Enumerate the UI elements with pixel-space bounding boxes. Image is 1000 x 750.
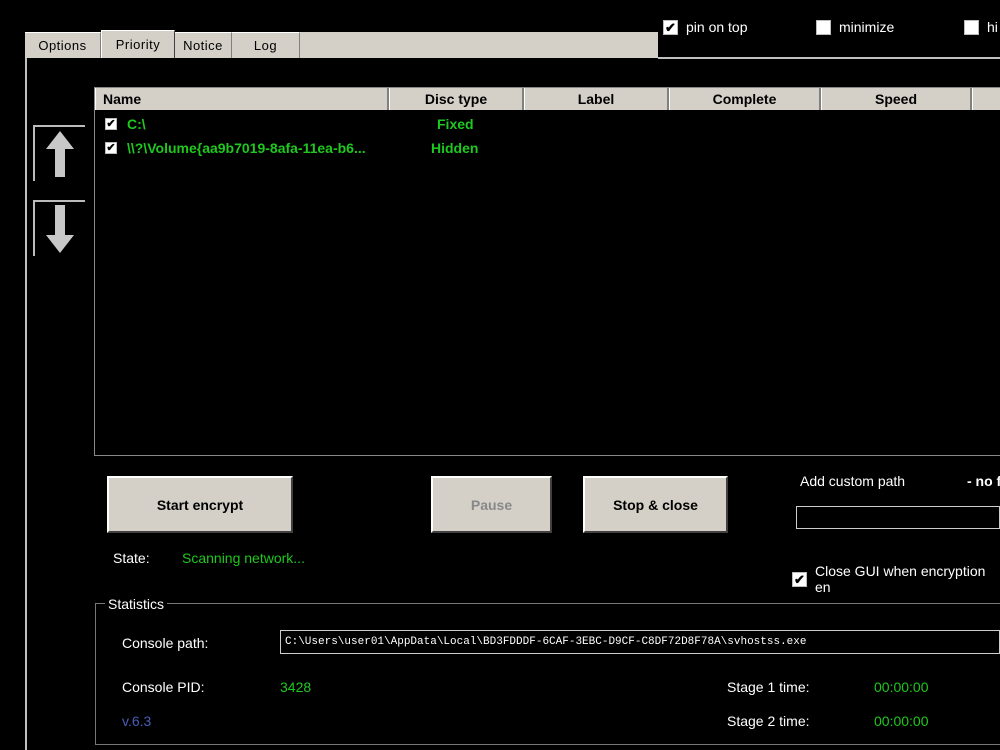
minimize-option[interactable]: minimize [816, 19, 894, 35]
row-checkbox[interactable]: ✔ [105, 118, 117, 130]
console-path-value: C:\Users\user01\AppData\Local\BD3FDDDF-6… [285, 636, 807, 648]
hide-label: hi [987, 19, 998, 35]
hide-checkbox[interactable] [964, 19, 979, 35]
column-disc-type[interactable]: Disc type [389, 88, 524, 110]
list-header: Name Disc type Label Complete Speed [95, 88, 1000, 110]
panel-border-left [25, 58, 27, 750]
custom-path-input[interactable] [796, 506, 1000, 529]
version-label: v.6.3 [122, 713, 152, 729]
tab-priority-label: Priority [115, 37, 161, 52]
stage2-label: Stage 2 time: [727, 713, 810, 729]
state-value: Scanning network... [182, 550, 305, 566]
arrow-down-icon [46, 205, 74, 253]
move-up-button[interactable] [33, 125, 85, 181]
stage1-label: Stage 1 time: [727, 679, 810, 695]
statistics-title: Statistics [105, 596, 168, 612]
pause-label: Pause [470, 496, 513, 513]
tab-notice[interactable]: Notice [175, 32, 232, 58]
custom-path-label: Add custom path [800, 473, 906, 489]
stop-close-button[interactable]: Stop & close [583, 476, 728, 533]
tab-options-label: Options [38, 38, 87, 53]
column-name[interactable]: Name [95, 88, 389, 110]
drive-disc-type: Hidden [431, 140, 479, 156]
drive-name: \\?\Volume{aa9b7019-8afa-11ea-b6... [127, 140, 366, 156]
close-gui-label: Close GUI when encryption en [815, 563, 986, 595]
console-path-field[interactable]: C:\Users\user01\AppData\Local\BD3FDDDF-6… [280, 630, 1000, 654]
statistics-group [95, 603, 1000, 745]
tab-options[interactable]: Options [25, 32, 101, 58]
move-down-button[interactable] [33, 200, 85, 256]
column-label[interactable]: Label [524, 88, 669, 110]
panel-border-top [658, 57, 1000, 59]
close-gui-option[interactable]: ✔ Close GUI when encryption en [792, 563, 1000, 595]
drive-name: C:\ [127, 116, 146, 132]
hide-option[interactable]: hi [964, 19, 998, 35]
console-path-label: Console path: [122, 635, 209, 651]
column-complete-label: Complete [712, 91, 777, 107]
tab-priority[interactable]: Priority [101, 30, 175, 58]
column-disc-type-label: Disc type [424, 91, 488, 107]
list-item[interactable]: ✔ \\?\Volume{aa9b7019-8afa-11ea-b6... Hi… [105, 138, 985, 158]
tab-log[interactable]: Log [232, 32, 300, 58]
column-complete[interactable]: Complete [669, 88, 821, 110]
start-encrypt-label: Start encrypt [156, 496, 244, 513]
stage1-value: 00:00:00 [874, 679, 929, 695]
column-extra[interactable] [972, 88, 1000, 110]
tab-bar: Options Priority Notice Log [25, 30, 658, 58]
console-pid-label: Console PID: [122, 679, 205, 695]
console-pid-value: 3428 [280, 679, 312, 695]
tab-notice-label: Notice [183, 38, 223, 53]
close-gui-checkbox[interactable]: ✔ [792, 571, 807, 587]
pin-on-top-option[interactable]: ✔ pin on top [663, 19, 748, 35]
column-speed-label: Speed [874, 91, 917, 107]
disk-list[interactable]: Name Disc type Label Complete Speed ✔ C:… [94, 87, 1000, 456]
pause-button[interactable]: Pause [431, 476, 552, 533]
minimize-label: minimize [839, 19, 895, 35]
pin-on-top-label: pin on top [686, 19, 748, 35]
column-speed[interactable]: Speed [821, 88, 972, 110]
minimize-checkbox[interactable] [816, 19, 831, 35]
arrow-up-icon [46, 131, 74, 177]
pin-on-top-checkbox[interactable]: ✔ [663, 19, 678, 35]
stage2-value: 00:00:00 [874, 713, 929, 729]
column-name-label: Name [103, 91, 142, 107]
column-label-label: Label [577, 91, 615, 107]
tab-log-label: Log [253, 38, 278, 53]
start-encrypt-button[interactable]: Start encrypt [107, 476, 293, 533]
list-item[interactable]: ✔ C:\ Fixed [105, 114, 985, 134]
custom-path-status: - no f [967, 473, 1000, 489]
stop-close-label: Stop & close [613, 496, 698, 513]
state-label: State: [113, 550, 150, 566]
row-checkbox[interactable]: ✔ [105, 142, 117, 154]
drive-disc-type: Fixed [437, 116, 474, 132]
